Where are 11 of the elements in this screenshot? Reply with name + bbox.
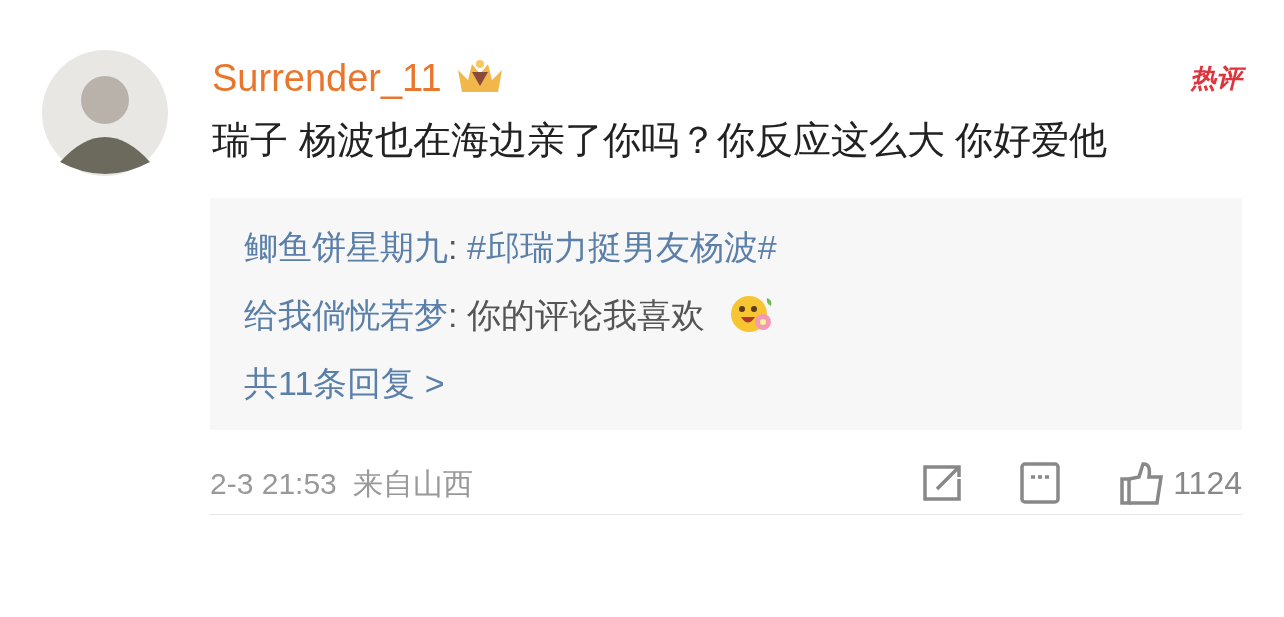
- share-icon[interactable]: [921, 463, 964, 503]
- location: 来自山西: [352, 465, 473, 502]
- like-count: 1124: [1173, 464, 1242, 503]
- avatar[interactable]: [42, 50, 168, 176]
- reply-text[interactable]: 给我倘恍若梦: 你的评论我喜欢: [244, 292, 705, 338]
- more-replies-link[interactable]: 共11条回复 >: [244, 360, 445, 406]
- timestamp: 2-3 21:53: [210, 465, 337, 502]
- reply-text[interactable]: 鲫鱼饼星期九: #邱瑞力挺男友杨波#: [244, 224, 777, 270]
- comment-text: 瑞子 杨波也在海边亲了你吗？你反应这么大 你好爱他: [212, 118, 1109, 163]
- comment-icon[interactable]: [1019, 461, 1062, 505]
- thumbs-up-icon[interactable]: [1119, 461, 1166, 505]
